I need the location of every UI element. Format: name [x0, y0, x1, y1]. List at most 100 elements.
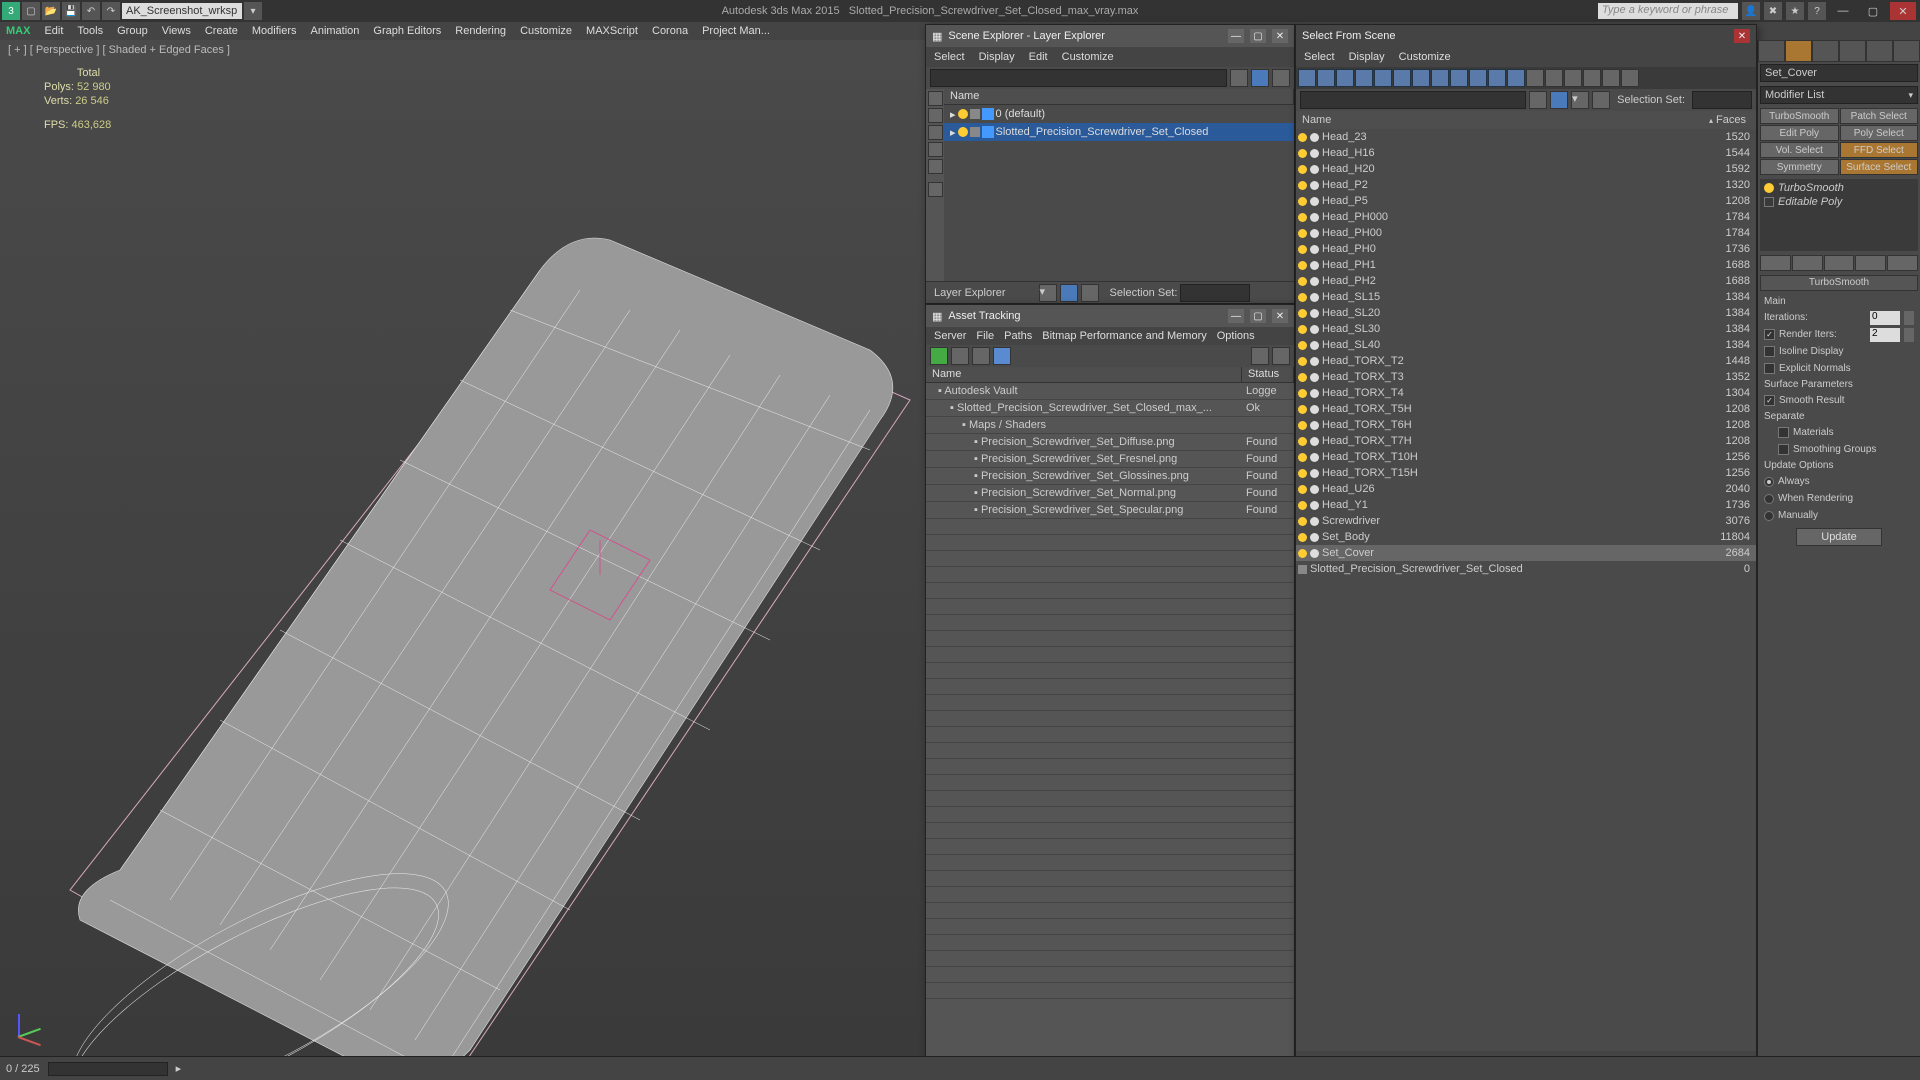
sfs-g2[interactable] [1545, 69, 1563, 87]
menu-create[interactable]: Create [205, 25, 238, 37]
sfs-row[interactable]: Head_SL301384 [1296, 321, 1756, 337]
se-col-name[interactable]: Name [944, 89, 1294, 104]
sfs-sel-set-input[interactable] [1692, 91, 1752, 109]
sfs-f6[interactable] [1393, 69, 1411, 87]
sfs-row[interactable]: Head_H161544 [1296, 145, 1756, 161]
sfs-col-name[interactable]: Name [1296, 114, 1706, 126]
sfs-row[interactable]: Head_TORX_T5H1208 [1296, 401, 1756, 417]
update-button[interactable]: Update [1796, 528, 1881, 546]
render-iter-spinner[interactable]: 2 [1870, 328, 1900, 342]
app-icon[interactable]: 3 [2, 2, 20, 20]
sfs-row[interactable]: Head_SL151384 [1296, 289, 1756, 305]
sfs-row[interactable]: Head_TORX_T21448 [1296, 353, 1756, 369]
at-tb5-icon[interactable] [1251, 347, 1269, 365]
sfs-f8[interactable] [1431, 69, 1449, 87]
stack-unique-icon[interactable] [1824, 255, 1855, 271]
sfs-row[interactable]: Head_TORX_T7H1208 [1296, 433, 1756, 449]
se-layer-row[interactable]: ▸ Slotted_Precision_Screwdriver_Set_Clos… [944, 123, 1294, 141]
tab-motion[interactable] [1839, 40, 1866, 62]
se-clear-icon[interactable] [1230, 69, 1248, 87]
sfs-view-icon[interactable] [1550, 91, 1568, 109]
sfs-f1[interactable] [1298, 69, 1316, 87]
modifier-stack[interactable]: TurboSmooth Editable Poly [1760, 179, 1918, 251]
smooth-result-check[interactable]: ✓ [1764, 395, 1775, 406]
at-menu-paths[interactable]: Paths [1004, 330, 1032, 342]
at-tb4-icon[interactable] [993, 347, 1011, 365]
asset-row[interactable]: ▪ Precision_Screwdriver_Set_Fresnel.pngF… [926, 451, 1294, 468]
menu-views[interactable]: Views [162, 25, 191, 37]
se-search-input[interactable] [930, 69, 1227, 87]
asset-row[interactable]: ▪ Slotted_Precision_Screwdriver_Set_Clos… [926, 400, 1294, 417]
workspace-arrow-icon[interactable]: ▾ [244, 2, 262, 20]
sfs-row[interactable]: Head_H201592 [1296, 161, 1756, 177]
axis-gizmo[interactable] [18, 998, 58, 1038]
btn-edit-poly[interactable]: Edit Poly [1760, 125, 1839, 141]
se-layer-row[interactable]: ▸ 0 (default) [944, 105, 1294, 123]
object-name-field[interactable]: Set_Cover [1760, 64, 1918, 82]
sfs-menu-display[interactable]: Display [1349, 51, 1385, 63]
se-sb-4[interactable] [928, 142, 943, 157]
sfs-f11[interactable] [1488, 69, 1506, 87]
menu-corona[interactable]: Corona [652, 25, 688, 37]
sfs-col-faces[interactable]: ▴ Faces [1706, 114, 1756, 126]
open-icon[interactable]: 📂 [42, 2, 60, 20]
asset-row[interactable]: ▪ Precision_Screwdriver_Set_Specular.png… [926, 502, 1294, 519]
rollout-header[interactable]: TurboSmooth [1760, 275, 1918, 291]
menu-group[interactable]: Group [117, 25, 148, 37]
se-footer-dd-icon[interactable]: ▾ [1039, 284, 1057, 302]
isoline-check[interactable] [1764, 346, 1775, 357]
sfs-row[interactable]: Head_U262040 [1296, 481, 1756, 497]
slider-arrow-icon[interactable]: ▸ [176, 1062, 182, 1075]
at-col-status[interactable]: Status [1242, 367, 1294, 382]
sfs-row[interactable]: Head_TORX_T31352 [1296, 369, 1756, 385]
menu-edit[interactable]: Edit [44, 25, 63, 37]
sfs-row[interactable]: Head_TORX_T41304 [1296, 385, 1756, 401]
sfs-row[interactable]: Head_TORX_T6H1208 [1296, 417, 1756, 433]
at-min-button[interactable]: — [1228, 309, 1244, 323]
stack-remove-icon[interactable] [1855, 255, 1886, 271]
help-search-input[interactable]: Type a keyword or phrase [1598, 3, 1738, 19]
tab-create[interactable] [1758, 40, 1785, 62]
se-menu-select[interactable]: Select [934, 51, 965, 63]
btn-surface-select[interactable]: Surface Select [1840, 159, 1919, 175]
btn-patch-select[interactable]: Patch Select [1840, 108, 1919, 124]
se-sb-6[interactable] [928, 182, 943, 197]
sfs-row[interactable]: Head_PH0001784 [1296, 209, 1756, 225]
se-sb-2[interactable] [928, 108, 943, 123]
sfs-row[interactable]: Slotted_Precision_Screwdriver_Set_Closed… [1296, 561, 1756, 577]
asset-row[interactable]: ▪ Precision_Screwdriver_Set_Normal.pngFo… [926, 485, 1294, 502]
menu-customize[interactable]: Customize [520, 25, 572, 37]
time-slider[interactable] [48, 1062, 168, 1076]
at-max-button[interactable]: ▢ [1250, 309, 1266, 323]
sfs-row[interactable]: Head_P21320 [1296, 177, 1756, 193]
materials-check[interactable] [1778, 427, 1789, 438]
menu-project-man[interactable]: Project Man... [702, 25, 770, 37]
at-tb2-icon[interactable] [951, 347, 969, 365]
sfs-row[interactable]: Head_SL401384 [1296, 337, 1756, 353]
at-menu-server[interactable]: Server [934, 330, 966, 342]
btn-vol-select[interactable]: Vol. Select [1760, 142, 1839, 158]
at-tb6-icon[interactable] [1272, 347, 1290, 365]
panel-close-button[interactable]: ✕ [1272, 29, 1288, 43]
tab-hierarchy[interactable] [1812, 40, 1839, 62]
se-filter-icon[interactable] [1272, 69, 1290, 87]
help-icon[interactable]: ? [1808, 2, 1826, 20]
menu-maxscript[interactable]: MAXScript [586, 25, 638, 37]
tab-display[interactable] [1866, 40, 1893, 62]
smoothing-check[interactable] [1778, 444, 1789, 455]
se-menu-customize[interactable]: Customize [1062, 51, 1114, 63]
maximize-button[interactable]: ▢ [1860, 2, 1886, 20]
spinner-arrows[interactable] [1904, 311, 1914, 325]
undo-icon[interactable]: ↶ [82, 2, 100, 20]
sfs-g3[interactable] [1564, 69, 1582, 87]
favorite-icon[interactable]: ★ [1786, 2, 1804, 20]
explicit-check[interactable] [1764, 363, 1775, 374]
at-menu-bitmap[interactable]: Bitmap Performance and Memory [1042, 330, 1206, 342]
close-button[interactable]: ✕ [1890, 2, 1916, 20]
sfs-f5[interactable] [1374, 69, 1392, 87]
sfs-t3-icon[interactable] [1592, 91, 1610, 109]
stack-cfg-icon[interactable] [1887, 255, 1918, 271]
at-col-name[interactable]: Name [926, 367, 1242, 382]
stack-box-icon[interactable] [1764, 197, 1774, 207]
sfs-row[interactable]: Head_TORX_T15H1256 [1296, 465, 1756, 481]
